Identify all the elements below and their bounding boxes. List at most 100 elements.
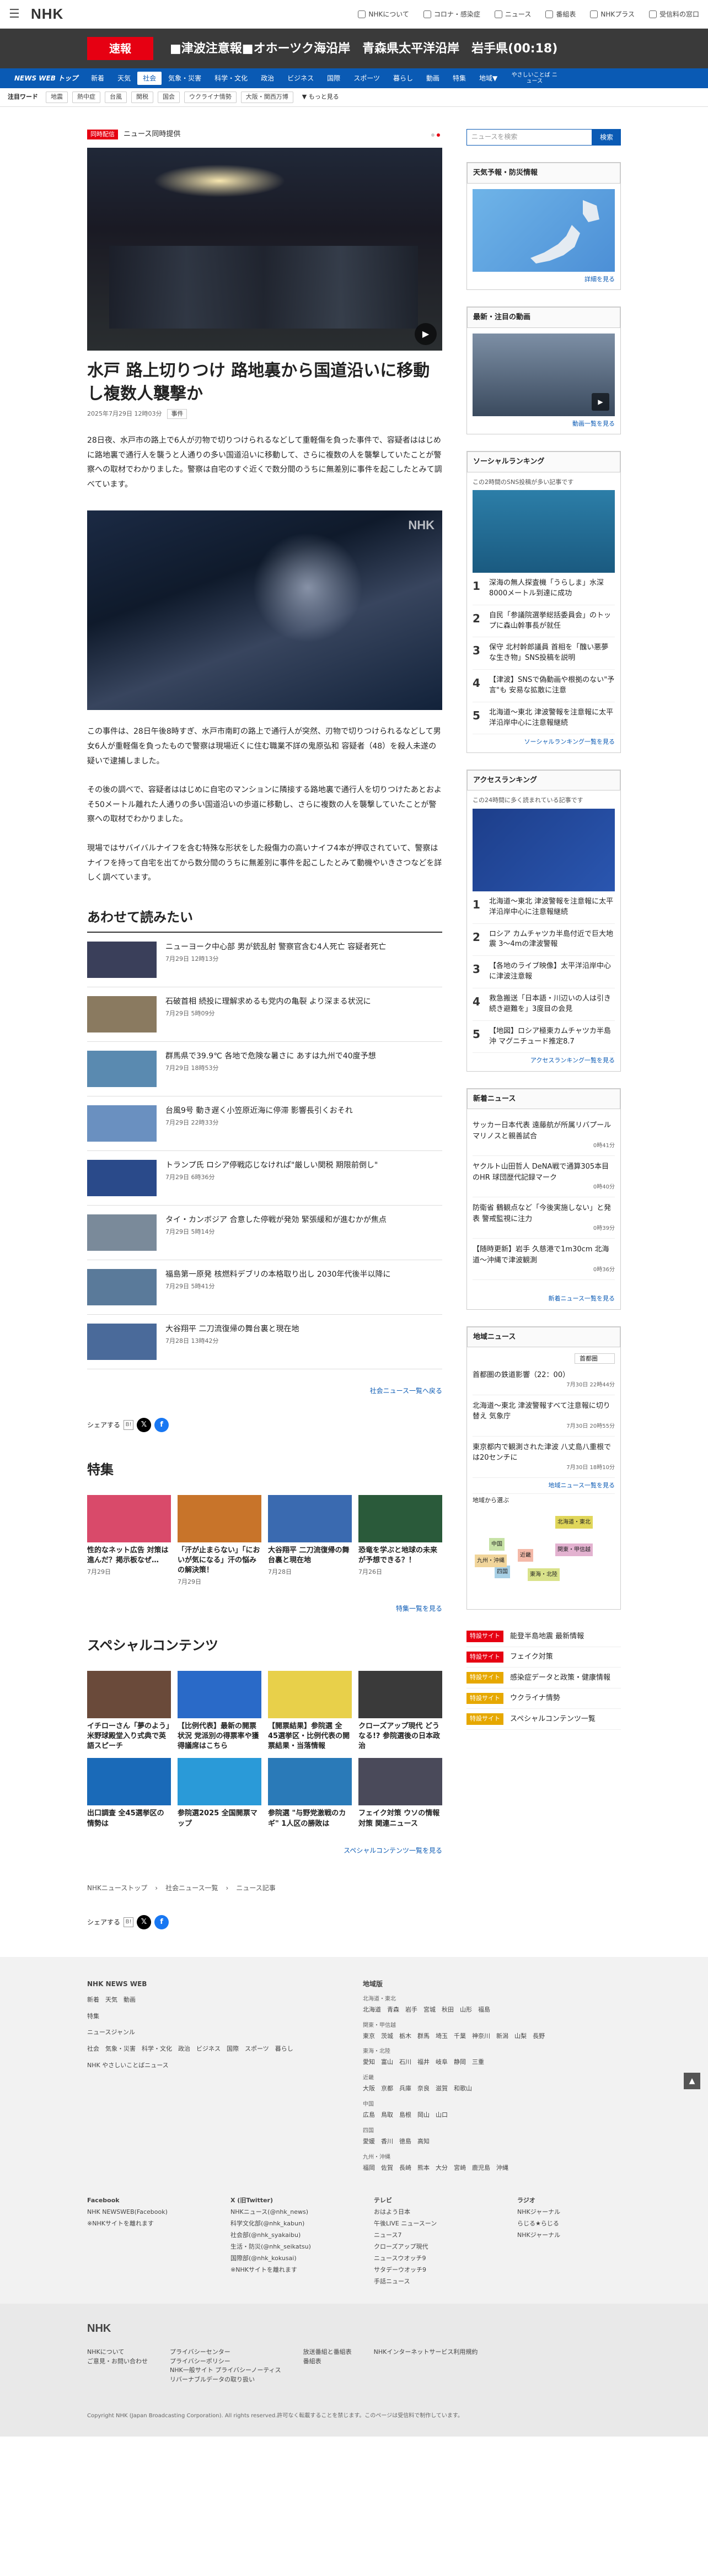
region-kyushu[interactable]: 九州・沖縄 [475, 1555, 507, 1568]
top-link-fee[interactable]: 受信料の窓口 [648, 9, 699, 19]
related-title[interactable]: 石破首相 続投に理解求めるも党内の亀裂 より深まる状況に [165, 996, 371, 1007]
facebook-icon[interactable]: f [154, 1914, 169, 1929]
special-site-link[interactable]: 特設サイト スペシャルコンテンツ一覧 [466, 1709, 621, 1730]
region-tokai[interactable]: 東海・北陸 [528, 1568, 560, 1582]
facebook-icon[interactable]: f [154, 1417, 169, 1432]
hatena-icon[interactable]: B! [124, 1917, 134, 1927]
region-news-title[interactable]: 首都圏の鉄道影響（22：00） [473, 1370, 615, 1381]
related-item[interactable]: タイ・カンボジア 合意した停戦が発効 緊張緩和が進むかが焦点 7月29日 5時14… [87, 1206, 442, 1260]
feature-card[interactable]: 「汗が止まらない」「においが気になる」汗の悩みの解決策！ 7月29日 [178, 1494, 261, 1587]
nav-international[interactable]: 国際 [320, 73, 347, 83]
footer-sns-link[interactable]: クローズアップ現代 [374, 2241, 495, 2253]
latest-news-title[interactable]: 【随時更新】岩手 久慈港で1m30cm 北海道〜沖縄で津波観測 [473, 1244, 615, 1266]
nav-weather[interactable]: 天気 [111, 73, 137, 83]
bottom-link[interactable]: 番組表 [303, 2357, 352, 2367]
special-title[interactable]: クローズアップ現代 どうなる!? 参院選後の日本政治 [358, 1722, 442, 1752]
footer-sns-link[interactable]: ※NHKサイトを離れます [230, 2265, 352, 2276]
access-ranking-item[interactable]: 3 【各地のライブ映像】太平洋沿岸中心に津波注意報 [473, 956, 615, 988]
nav-politics[interactable]: 政治 [254, 73, 281, 83]
related-title[interactable]: 台風9号 動き遅く小笠原近海に停滞 影響長引くおそれ [165, 1105, 353, 1116]
special-site-title[interactable]: ウクライナ情勢 [510, 1693, 560, 1704]
nav-video[interactable]: 動画 [420, 73, 446, 83]
region-news-item[interactable]: 東京都内で観測された津波 八丈島八重根では20センチに 7月30日 18時10分 [473, 1437, 615, 1478]
social-ranking-item[interactable]: 4 【津波】SNSで偽動画や根拠のない"予言"も 安易な拡散に注意 [473, 670, 615, 702]
footer-region-links[interactable]: 北海道 青森 岩手 宮城 秋田 山形 福島 [363, 2006, 490, 2013]
access-ranking-item[interactable]: 1 北海道〜東北 津波警報を注意報に太平洋沿岸中心に注意報継続 [473, 891, 615, 924]
trend-keyword[interactable]: 地震 [46, 92, 68, 103]
hero-video[interactable]: ▶ [87, 133, 442, 351]
related-item[interactable]: 群馬県で39.9℃ 各地で危険な暑さに あすは九州で40度予想 7月29日 18時… [87, 1042, 442, 1096]
region-chugoku[interactable]: 中国 [489, 1538, 505, 1551]
region-shikoku[interactable]: 四国 [495, 1566, 510, 1579]
special-title[interactable]: 出口調査 全45選挙区の情勢は [87, 1809, 171, 1829]
region-kinki[interactable]: 近畿 [518, 1549, 533, 1562]
footer-sns-link[interactable]: らじる★らじる [517, 2218, 639, 2230]
region-news-item[interactable]: 首都圏の鉄道影響（22：00） 7月30日 22時44分 [473, 1364, 615, 1395]
nav-science[interactable]: 科学・文化 [208, 73, 254, 83]
breadcrumb-item[interactable]: 社会ニュース一覧 [165, 1883, 218, 1893]
footer-title[interactable]: NHK NEWS WEB [87, 1979, 341, 1989]
footer-sns-link[interactable]: NHKニュース(@nhk_news) [230, 2207, 352, 2218]
carousel-dots[interactable] [431, 133, 440, 137]
footer-sns-link[interactable]: 国際部(@nhk_kokusai) [230, 2253, 352, 2265]
related-item[interactable]: ニューヨーク中心部 男が銃乱射 警察官含む4人死亡 容疑者死亡 7月29日 12時… [87, 933, 442, 987]
special-site-title[interactable]: 感染症データと政策・健康情報 [510, 1672, 610, 1684]
social-ranking-item[interactable]: 5 北海道〜東北 津波警報を注意報に太平洋沿岸中心に注意報継続 [473, 702, 615, 735]
video-thumbnail[interactable]: ▶ [473, 333, 615, 416]
social-ranking-item[interactable]: 1 深海の無人探査機「うらしま」水深8000メートル到達に成功 [473, 573, 615, 605]
nav-latest[interactable]: 新着 [84, 73, 111, 83]
access-ranking-more-link[interactable]: アクセスランキング一覧を見る [473, 1056, 615, 1066]
top-link-tv-schedule[interactable]: 番組表 [545, 9, 576, 19]
footer-sns-link[interactable]: 生活・防災(@nhk_seikatsu) [230, 2241, 352, 2253]
social-ranking-item[interactable]: 3 保守 北村幹郎議員 首相を「醜い悪夢な生き物」SNS投稿を説明 [473, 637, 615, 670]
video-heading[interactable]: 最新・注目の動画 [467, 307, 620, 328]
footer-sns-link[interactable]: ※NHKサイトを離れます [87, 2218, 208, 2230]
nhk-logo[interactable]: NHK [31, 3, 340, 25]
special-card[interactable]: フェイク対策 ウソの情報対策 関連ニュース [358, 1758, 442, 1829]
special-title[interactable]: 参院選 "与野党激戦のカギ" 1人区の勝敗は [268, 1809, 352, 1829]
play-icon[interactable]: ▶ [415, 322, 437, 345]
video-more-link[interactable]: 動画一覧を見る [473, 420, 615, 429]
special-site-link[interactable]: 特設サイト 能登半島地震 最新情報 [466, 1626, 621, 1647]
special-card[interactable]: 出口調査 全45選挙区の情勢は [87, 1758, 171, 1829]
nav-news-web-top[interactable]: NEWS WEB トップ [8, 73, 84, 83]
trend-keyword[interactable]: 熱中症 [72, 92, 100, 103]
region-news-title[interactable]: 北海道〜東北 津波警報すべて注意報に切り替え 気象庁 [473, 1401, 615, 1422]
social-ranking-item[interactable]: 2 自民「参議院選挙総括委員会」のトップに森山幹事長が就任 [473, 605, 615, 638]
related-item[interactable]: 石破首相 続投に理解求めるも党内の亀裂 より深まる状況に 7月29日 5時09分 [87, 987, 442, 1042]
feature-title[interactable]: 恐竜を学ぶと地球の未来が予想できる？！ [358, 1546, 442, 1566]
breadcrumb-item[interactable]: NHKニューストップ [87, 1883, 147, 1893]
special-site-link[interactable]: 特設サイト 感染症データと政策・健康情報 [466, 1668, 621, 1688]
bottom-link[interactable]: NHK一般サイト プライバシーノーティス [170, 2366, 281, 2375]
footer-region-links[interactable]: 愛知 富山 石川 福井 岐阜 静岡 三重 [363, 2058, 484, 2066]
special-site-link[interactable]: 特設サイト ウクライナ情勢 [466, 1688, 621, 1709]
weather-map[interactable] [473, 189, 615, 272]
feature-more-link[interactable]: 特集一覧を見る [87, 1604, 442, 1614]
bottom-link[interactable]: プライバシーセンター [170, 2348, 281, 2357]
footer-region-links[interactable]: 大阪 京都 兵庫 奈良 滋賀 和歌山 [363, 2085, 472, 2092]
footer-link-row[interactable]: 新着 天気 動画 [87, 1994, 341, 2005]
nav-region[interactable]: 地域▼ [473, 73, 504, 83]
top-link-news[interactable]: ニュース [494, 9, 531, 19]
social-ranking-more-link[interactable]: ソーシャルランキング一覧を見る [473, 738, 615, 747]
trend-keyword[interactable]: 台風 [105, 92, 127, 103]
bottom-link[interactable]: プライバシーポリシー [170, 2357, 281, 2367]
trend-keyword[interactable]: 国会 [158, 92, 180, 103]
latest-news-item[interactable]: 防衛省 鶴観点など「今後実施しない」と発表 警戒監視に注力 0時39分 [473, 1197, 615, 1239]
region-news-item[interactable]: 北海道〜東北 津波警報すべて注意報に切り替え 気象庁 7月30日 20時55分 [473, 1395, 615, 1437]
region-news-more-link[interactable]: 地域ニュース一覧を見る [473, 1481, 615, 1491]
latest-news-item[interactable]: ヤクルト山田哲人 DeNA戦で通算305本目のHR 球団歴代記録マーク 0時40分 [473, 1156, 615, 1198]
bottom-link[interactable]: 放送番組と番組表 [303, 2348, 352, 2357]
footer-link-row[interactable]: 社会 気象・災害 科学・文化 政治 ビジネス 国際 スポーツ 暮らし [87, 2043, 341, 2055]
footer-region-links[interactable]: 愛媛 香川 徳島 高知 [363, 2138, 430, 2145]
rank-title[interactable]: 【各地のライブ映像】太平洋沿岸中心に津波注意報 [489, 961, 615, 982]
footer-link-row[interactable]: ニュースジャンル [87, 2027, 341, 2038]
related-item[interactable]: トランプ氏 ロシア停戦応じなければ"厳しい関税 期限前倒し" 7月29日 6時36… [87, 1151, 442, 1206]
rank-title[interactable]: 北海道〜東北 津波警報を注意報に太平洋沿岸中心に注意報継続 [489, 708, 615, 729]
nav-easy-news[interactable]: やさしいことば ニュース [504, 72, 565, 84]
hamburger-icon[interactable]: ☰ [9, 5, 31, 23]
footer-sns-link[interactable]: ニュースウオッチ9 [374, 2253, 495, 2265]
access-ranking-item[interactable]: 5 【地図】ロシア極東カムチャツカ半島沖 マグニチュード推定8.7 [473, 1021, 615, 1053]
article-category[interactable]: 事件 [167, 408, 187, 419]
top-link-nhk-plus[interactable]: NHKプラス [590, 9, 635, 19]
